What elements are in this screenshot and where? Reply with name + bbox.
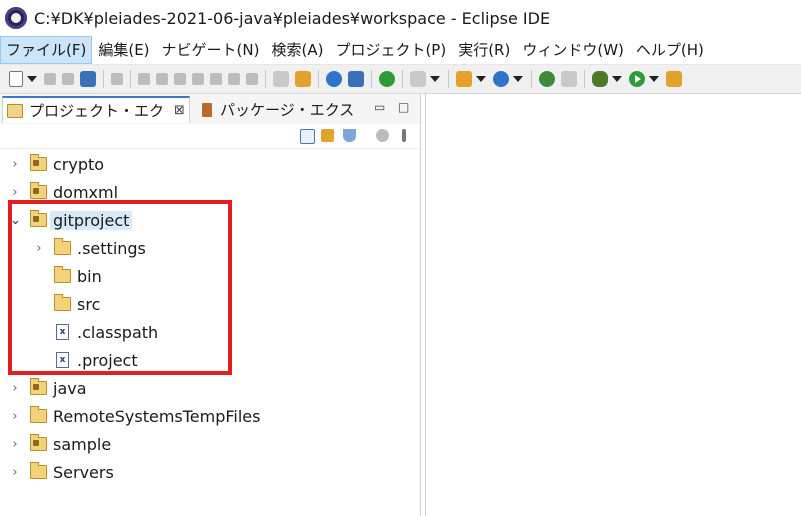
step-over-icon[interactable] (228, 73, 240, 85)
run-icon[interactable] (629, 71, 645, 87)
disconnect-icon[interactable] (192, 73, 204, 85)
folder-icon (30, 462, 47, 479)
globe-icon[interactable] (539, 71, 555, 87)
terminate-icon[interactable] (174, 73, 186, 85)
save-all-icon[interactable] (62, 73, 74, 85)
new-class-dropdown-icon[interactable] (513, 76, 523, 82)
server-icon[interactable] (410, 71, 426, 87)
tree-item-remotesystemstempfiles[interactable]: › RemoteSystemsTempFiles (10, 402, 260, 430)
debug-icon[interactable] (592, 71, 608, 87)
new-package-icon[interactable] (456, 71, 472, 87)
tree-item-servers[interactable]: › Servers (10, 458, 114, 486)
menu-run[interactable]: 実行(R) (452, 36, 516, 64)
save-icon[interactable] (44, 73, 56, 85)
menu-search[interactable]: 検索(A) (265, 36, 329, 64)
chevron-right-icon[interactable]: › (10, 185, 20, 200)
use-step-filters-icon[interactable] (273, 71, 289, 87)
chevron-right-icon[interactable]: › (10, 465, 20, 480)
tree-item-sample[interactable]: › sample (10, 430, 111, 458)
toolbar-separator (584, 70, 585, 88)
collapse-all-icon[interactable] (300, 129, 315, 144)
menu-file[interactable]: ファイル(F) (0, 36, 93, 64)
menu-bar: ファイル(F) 編集(E) ナビゲート(N) 検索(A) プロジェクト(P) 実… (0, 36, 801, 64)
package-explorer-icon (202, 102, 212, 117)
menu-edit[interactable]: 編集(E) (92, 36, 155, 64)
view-menu-icon[interactable] (402, 129, 406, 142)
search-icon[interactable] (561, 71, 577, 87)
menu-navigate[interactable]: ナビゲート(N) (156, 36, 266, 64)
tree-item-label: RemoteSystemsTempFiles (53, 406, 261, 426)
step-into-icon[interactable] (210, 73, 222, 85)
folder-icon (30, 406, 47, 423)
run-dropdown-icon[interactable] (649, 76, 659, 82)
filter-icon[interactable] (343, 129, 356, 142)
tree-item-label: domxml (53, 182, 119, 202)
chevron-right-icon[interactable]: › (10, 437, 20, 452)
maximize-icon[interactable]: □ (398, 100, 409, 114)
suspend-icon[interactable] (156, 73, 168, 85)
highlight-annotation-box (8, 200, 232, 375)
server-dropdown-icon[interactable] (430, 76, 440, 82)
minimize-icon[interactable]: ▭ (374, 100, 385, 114)
toolbar-separator (531, 70, 532, 88)
terminal-icon[interactable] (80, 71, 96, 87)
view-tabstrip: プロジェクト・エク ⊠ パッケージ・エクス ▭ □ (0, 94, 420, 125)
close-icon[interactable]: ⊠ (174, 103, 185, 118)
tab-package-explorer[interactable]: パッケージ・エクス (196, 96, 356, 123)
debug-dropdown-icon[interactable] (612, 76, 622, 82)
toolbar-separator (448, 70, 449, 88)
tree-item-java[interactable]: › java (10, 374, 87, 402)
tree-item-label: java (53, 378, 87, 398)
new-package-dropdown-icon[interactable] (476, 76, 486, 82)
project-folder-icon (30, 154, 47, 171)
tree-item-label: crypto (53, 154, 105, 174)
link-with-editor-icon[interactable] (321, 129, 334, 142)
menu-window[interactable]: ウィンドウ(W) (516, 36, 630, 64)
project-explorer-icon (7, 103, 23, 118)
project-folder-icon (30, 378, 47, 395)
toolbar-separator (402, 70, 403, 88)
chevron-right-icon[interactable]: › (10, 381, 20, 396)
toolbar-separator (130, 70, 131, 88)
focus-icon[interactable] (376, 129, 389, 142)
toolbar-separator (103, 70, 104, 88)
toolbar-separator (318, 70, 319, 88)
start-server-icon[interactable] (379, 71, 395, 87)
menu-project[interactable]: プロジェクト(P) (329, 36, 452, 64)
tab-project-explorer-label: プロジェクト・エク (29, 102, 165, 120)
external-tools-icon[interactable] (666, 71, 682, 87)
open-type-icon[interactable] (295, 71, 311, 87)
tree-item-label: sample (53, 434, 112, 454)
settings-icon[interactable] (326, 71, 342, 87)
skip-breakpoints-icon[interactable] (111, 73, 123, 85)
chevron-right-icon[interactable]: › (10, 157, 20, 172)
view-toolbar (0, 124, 420, 149)
tab-project-explorer[interactable]: プロジェクト・エク ⊠ (2, 96, 190, 123)
new-dropdown-icon[interactable] (27, 76, 37, 82)
editor-area (425, 94, 801, 516)
new-class-icon[interactable] (493, 71, 509, 87)
new-file-icon[interactable] (9, 71, 23, 87)
resume-icon[interactable] (138, 73, 150, 85)
window-title: C:¥DK¥pleiades-2021-06-java¥pleiades¥wor… (34, 8, 551, 28)
build-icon[interactable] (348, 71, 364, 87)
toolbar-separator (371, 70, 372, 88)
toolbar-separator (265, 70, 266, 88)
menu-help[interactable]: ヘルプ(H) (630, 36, 710, 64)
project-folder-icon (30, 182, 47, 199)
project-folder-icon (30, 434, 47, 451)
title-bar: C:¥DK¥pleiades-2021-06-java¥pleiades¥wor… (0, 0, 801, 36)
tree-item-crypto[interactable]: › crypto (10, 150, 104, 178)
step-return-icon[interactable] (246, 73, 258, 85)
tab-package-explorer-label: パッケージ・エクス (220, 101, 355, 119)
eclipse-icon (5, 7, 27, 29)
main-toolbar (0, 64, 801, 94)
tree-item-label: Servers (53, 462, 114, 482)
chevron-right-icon[interactable]: › (10, 409, 20, 424)
